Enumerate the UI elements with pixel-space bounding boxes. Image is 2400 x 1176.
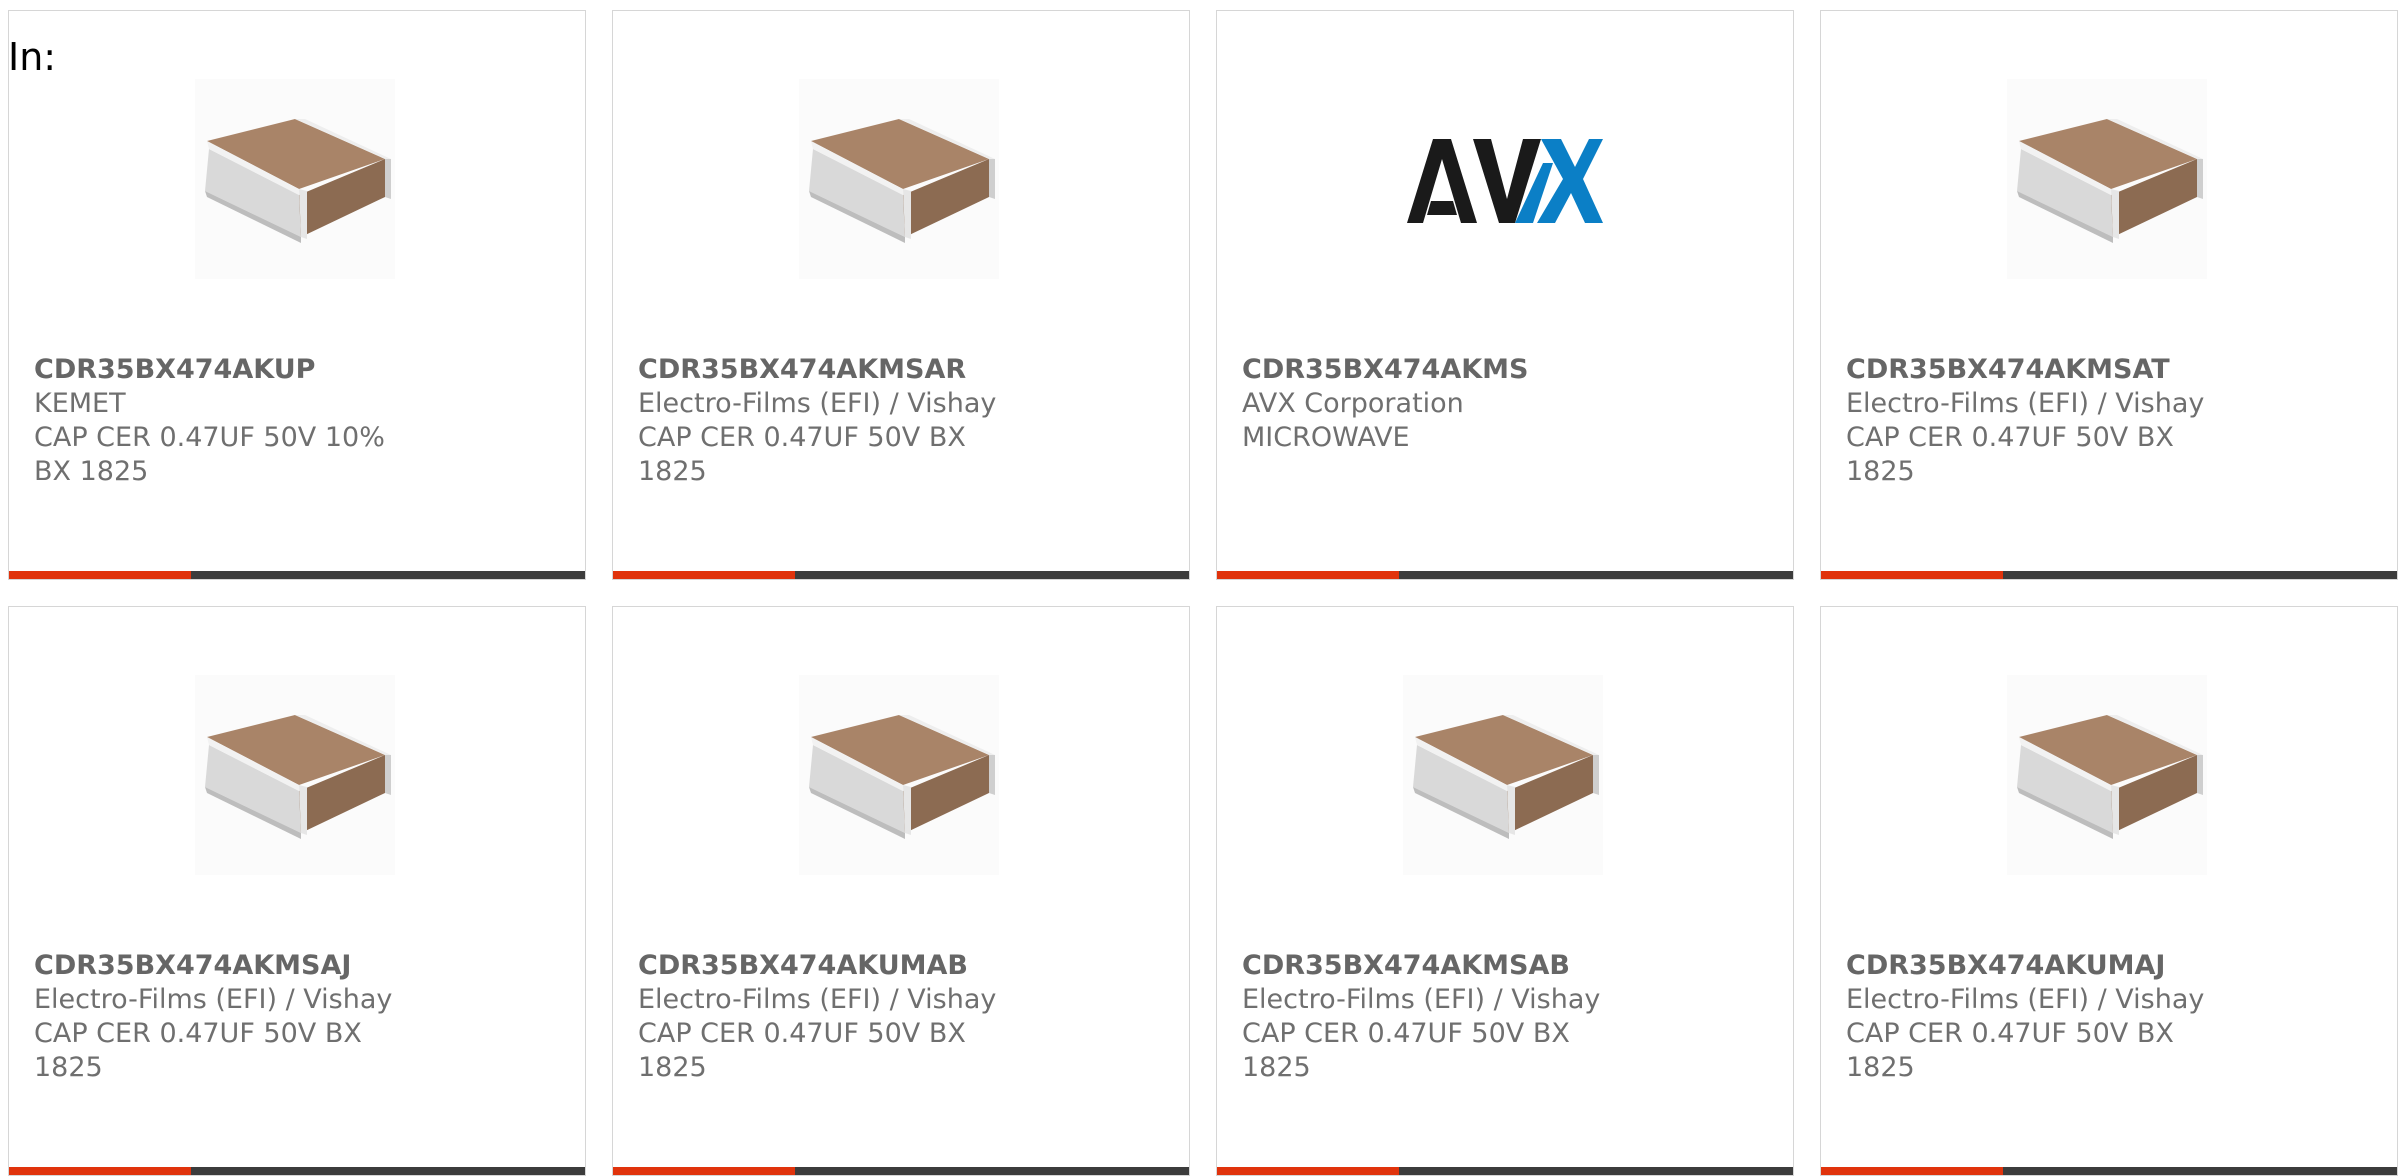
card-accent-bar [1821, 1167, 2003, 1175]
product-card[interactable]: CDR35BX474AKUMAB Electro-Films (EFI) / V… [612, 606, 1190, 1176]
product-info: CDR35BX474AKMSAJ Electro-Films (EFI) / V… [34, 949, 424, 1085]
product-description: CAP CER 0.47UF 50V BX 1825 [1846, 1018, 2174, 1083]
product-description: CAP CER 0.47UF 50V BX 1825 [638, 1018, 966, 1083]
card-accent-bar [1217, 571, 1399, 579]
part-number-link[interactable]: CDR35BX474AKUP [34, 353, 424, 387]
product-thumbnail[interactable] [799, 675, 999, 875]
part-number-link[interactable]: CDR35BX474AKUMAB [638, 949, 1028, 983]
card-accent-bar [9, 1167, 191, 1175]
card-bottom-bar [613, 571, 1189, 579]
card-bottom-bar [1821, 571, 2397, 579]
manufacturer-name: Electro-Films (EFI) / Vishay [34, 984, 393, 1015]
product-card[interactable]: CDR35BX474AKMSAR Electro-Films (EFI) / V… [612, 10, 1190, 580]
chip-capacitor-icon [1403, 675, 1603, 875]
part-number-link[interactable]: CDR35BX474AKUMAJ [1846, 949, 2236, 983]
product-thumbnail[interactable] [2007, 79, 2207, 279]
chip-capacitor-icon [2007, 675, 2207, 875]
card-bottom-bar [9, 1167, 585, 1175]
manufacturer-name: KEMET [34, 388, 126, 419]
prefix-label: In: [8, 35, 57, 79]
card-accent-bar [613, 571, 795, 579]
product-description: CAP CER 0.47UF 50V 10% BX 1825 [34, 422, 385, 487]
product-info: CDR35BX474AKUP KEMET CAP CER 0.47UF 50V … [34, 353, 424, 489]
part-number-link[interactable]: CDR35BX474AKMSAB [1242, 949, 1632, 983]
product-description: CAP CER 0.47UF 50V BX 1825 [638, 422, 966, 487]
product-thumbnail[interactable] [195, 675, 395, 875]
product-info: CDR35BX474AKUMAB Electro-Films (EFI) / V… [638, 949, 1028, 1085]
part-number-link[interactable]: CDR35BX474AKMSAT [1846, 353, 2236, 387]
product-info: CDR35BX474AKMSAB Electro-Films (EFI) / V… [1242, 949, 1632, 1085]
card-accent-bar [1821, 571, 2003, 579]
product-thumbnail[interactable] [799, 79, 999, 279]
product-grid: CDR35BX474AKUP KEMET CAP CER 0.47UF 50V … [8, 10, 2398, 1176]
card-accent-bar [1217, 1167, 1399, 1175]
chip-capacitor-icon [195, 675, 395, 875]
chip-capacitor-icon [2007, 79, 2207, 279]
product-thumbnail[interactable] [195, 79, 395, 279]
product-card[interactable]: CDR35BX474AKUMAJ Electro-Films (EFI) / V… [1820, 606, 2398, 1176]
product-card[interactable]: CDR35BX474AKMSAJ Electro-Films (EFI) / V… [8, 606, 586, 1176]
product-description: CAP CER 0.47UF 50V BX 1825 [1242, 1018, 1570, 1083]
product-thumbnail[interactable] [2007, 675, 2207, 875]
product-thumbnail[interactable] [1403, 675, 1603, 875]
card-bottom-bar [1217, 1167, 1793, 1175]
product-info: CDR35BX474AKMSAR Electro-Films (EFI) / V… [638, 353, 1028, 489]
chip-capacitor-icon [799, 675, 999, 875]
part-number-link[interactable]: CDR35BX474AKMSAR [638, 353, 1028, 387]
manufacturer-name: Electro-Films (EFI) / Vishay [1846, 388, 2205, 419]
card-accent-bar [9, 571, 191, 579]
part-number-link[interactable]: CDR35BX474AKMSAJ [34, 949, 424, 983]
product-card[interactable]: CDR35BX474AKMS AVX Corporation MICROWAVE [1216, 10, 1794, 580]
card-bottom-bar [613, 1167, 1189, 1175]
manufacturer-name: Electro-Films (EFI) / Vishay [1242, 984, 1601, 1015]
product-info: CDR35BX474AKUMAJ Electro-Films (EFI) / V… [1846, 949, 2236, 1085]
product-info: CDR35BX474AKMS AVX Corporation MICROWAVE [1242, 353, 1632, 455]
card-bottom-bar [1217, 571, 1793, 579]
card-bottom-bar [9, 571, 585, 579]
chip-capacitor-icon [195, 79, 395, 279]
avx-logo[interactable] [1403, 79, 1603, 279]
chip-capacitor-icon [799, 79, 999, 279]
product-description: CAP CER 0.47UF 50V BX 1825 [1846, 422, 2174, 487]
product-description: MICROWAVE [1242, 422, 1410, 453]
manufacturer-name: AVX Corporation [1242, 388, 1464, 419]
manufacturer-name: Electro-Films (EFI) / Vishay [638, 984, 997, 1015]
product-card[interactable]: CDR35BX474AKMSAT Electro-Films (EFI) / V… [1820, 10, 2398, 580]
product-card[interactable]: CDR35BX474AKUP KEMET CAP CER 0.47UF 50V … [8, 10, 586, 580]
product-info: CDR35BX474AKMSAT Electro-Films (EFI) / V… [1846, 353, 2236, 489]
card-bottom-bar [1821, 1167, 2397, 1175]
card-accent-bar [613, 1167, 795, 1175]
product-card[interactable]: CDR35BX474AKMSAB Electro-Films (EFI) / V… [1216, 606, 1794, 1176]
part-number-link[interactable]: CDR35BX474AKMS [1242, 353, 1632, 387]
product-description: CAP CER 0.47UF 50V BX 1825 [34, 1018, 362, 1083]
manufacturer-name: Electro-Films (EFI) / Vishay [1846, 984, 2205, 1015]
avx-logo-icon [1407, 139, 1603, 223]
manufacturer-name: Electro-Films (EFI) / Vishay [638, 388, 997, 419]
